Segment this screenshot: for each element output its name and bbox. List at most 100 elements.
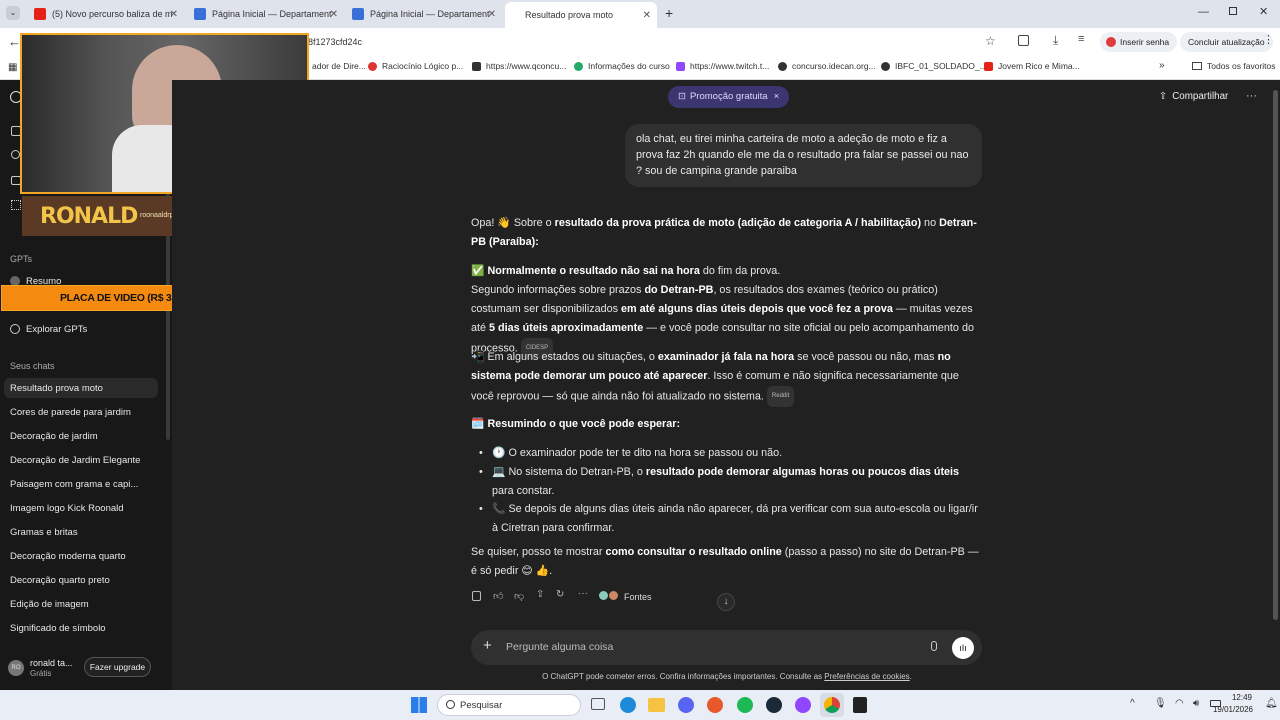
message-input[interactable]: Pergunte alguma coisa [506, 641, 613, 653]
chat-item[interactable]: Decoração moderna quarto [10, 551, 126, 562]
regenerate-icon[interactable]: ↻ [556, 589, 564, 600]
new-tab-button[interactable]: + [665, 5, 673, 21]
bookmark-item[interactable]: Raciocínio Lógico p... [368, 61, 463, 71]
bookmark-item[interactable]: Informações do curso [574, 61, 670, 71]
bookmark-item[interactable]: Jovem Rico e Mima... [984, 61, 1080, 71]
bookmark-icon [368, 61, 377, 71]
clock-time[interactable]: 12:49 [1230, 693, 1252, 702]
bookmark-item[interactable]: IBFC_01_SOLDADO_... [881, 61, 987, 71]
chat-item[interactable]: Decoração de Jardim Elegante [10, 455, 140, 466]
source-tag[interactable]: Reddit [766, 386, 795, 407]
twitch-app-icon[interactable] [795, 697, 811, 713]
clock-date[interactable]: 19/01/2026 [1205, 705, 1253, 714]
chat-item[interactable]: Paisagem com grama e capi... [10, 479, 138, 490]
chat-item[interactable]: Gramas e britas [10, 527, 78, 538]
tab-chatgpt[interactable]: Resultado prova moto ✕ [505, 2, 657, 28]
chat-item[interactable]: Resultado prova moto [10, 383, 103, 394]
page-scrollbar[interactable] [1273, 90, 1278, 620]
steam-icon[interactable] [766, 697, 782, 713]
close-tab-icon[interactable]: ✕ [488, 9, 496, 20]
assistant-paragraph: Se quiser, posso te mostrar como consult… [471, 546, 979, 577]
app-icon[interactable] [707, 697, 723, 713]
discord-icon[interactable] [678, 697, 694, 713]
wifi-icon[interactable]: ◠ [1175, 698, 1184, 709]
plus-icon[interactable]: + [483, 637, 492, 654]
download-icon[interactable]: ⤓ [1053, 33, 1058, 48]
star-icon[interactable]: ☆ [985, 34, 996, 48]
bookmark-item[interactable]: concurso.idecan.org... [778, 61, 876, 71]
thumbs-down-icon[interactable]: 👎︎ [514, 590, 524, 602]
close-window-icon[interactable]: ✕ [1259, 5, 1268, 18]
tray-chevron-icon[interactable]: ^ [1130, 698, 1135, 709]
notification-icon[interactable]: 🔔︎ [1265, 698, 1278, 709]
tab-youtube[interactable]: (5) Novo percurso baliza de mo ✕ [26, 3, 184, 25]
microphone-icon[interactable] [931, 641, 937, 651]
task-view-icon[interactable] [591, 698, 605, 710]
windows-start-icon[interactable] [411, 697, 427, 713]
chat-item[interactable]: Edição de imagem [10, 599, 89, 610]
search-icon[interactable] [11, 150, 20, 159]
chat-main: ⊡ Promoção gratuita × ⇪ Compartilhar ··· ol… [172, 80, 1280, 690]
finish-update-button[interactable]: Concluir atualização [1180, 32, 1273, 52]
disclaimer: O ChatGPT pode cometer erros. Confira in… [542, 672, 912, 681]
grid-icon[interactable] [11, 200, 21, 210]
share-button[interactable]: ⇪ Compartilhar [1159, 91, 1228, 102]
more-options-icon[interactable]: ··· [1246, 90, 1257, 102]
bookmark-item[interactable]: https://www.qconcu... [472, 61, 566, 71]
voice-mode-button[interactable]: ıIı [952, 637, 974, 659]
insert-password-button[interactable]: Inserir senha [1100, 32, 1178, 52]
minimize-icon[interactable]: — [1198, 6, 1209, 18]
upgrade-button[interactable]: Fazer upgrade [84, 657, 151, 677]
sidebar-item-explore-gpts[interactable]: Explorar GPTs [10, 324, 87, 335]
promo-close-icon[interactable]: × [774, 91, 780, 102]
extensions-icon[interactable] [1018, 35, 1029, 46]
youtube-icon [984, 61, 993, 71]
user-name: ronald ta... [30, 658, 73, 668]
address-bar[interactable]: 8f1273cfd24c [300, 32, 980, 52]
media-icon[interactable]: ≡ [1078, 33, 1084, 45]
tab-search-button[interactable]: ⌄ [6, 6, 20, 20]
bookmark-item[interactable]: ador de Dire... [312, 61, 366, 71]
list-item: • 💻 No sistema do Detran-PB, o resultado … [479, 466, 960, 497]
edge-icon[interactable] [620, 697, 636, 713]
thumbs-up-icon[interactable]: 👍︎ [493, 590, 503, 602]
sources-icon [599, 591, 608, 600]
bookmark-item[interactable]: https://www.twitch.t... [676, 61, 769, 71]
folder-icon [1192, 62, 1202, 70]
restore-icon[interactable] [1229, 7, 1237, 15]
scroll-down-button[interactable]: ↓ [717, 593, 735, 611]
app-icon[interactable] [853, 697, 867, 713]
chat-item[interactable]: Imagem logo Kick Roonald [10, 503, 124, 514]
more-bookmarks-icon[interactable]: » [1159, 60, 1165, 71]
file-explorer-icon[interactable] [648, 698, 665, 712]
more-icon[interactable]: ··· [578, 588, 588, 599]
all-favorites[interactable]: Todos os favoritos [1192, 61, 1276, 71]
avatar: RO [8, 660, 24, 676]
microphone-tray-icon[interactable]: 🎙︎ [1154, 698, 1167, 709]
tab-detran-1[interactable]: Página Inicial — Departamento ✕ [186, 3, 344, 25]
promo-badge[interactable]: ⊡ Promoção gratuita × [668, 86, 790, 108]
share-icon: ⇪ [1159, 91, 1168, 102]
gpts-heading: GPTs [10, 254, 33, 264]
taskbar-search[interactable]: Pesquisar [437, 694, 581, 716]
volume-icon[interactable]: 🔊︎ [1193, 698, 1199, 709]
twitch-icon [676, 61, 685, 71]
chat-item[interactable]: Decoração quarto preto [10, 575, 110, 586]
share-message-icon[interactable]: ⇪ [536, 589, 544, 600]
close-tab-icon[interactable]: ✕ [330, 9, 338, 20]
tab-detran-2[interactable]: Página Inicial — Departamento ✕ [344, 3, 502, 25]
apps-icon[interactable]: ▦ [8, 62, 17, 73]
cookie-preferences-link[interactable]: Preferências de cookies [824, 672, 909, 681]
chat-item[interactable]: Significado de símbolo [10, 623, 106, 634]
chat-item[interactable]: Decoração de jardim [10, 431, 98, 442]
sources-button[interactable]: Fontes [599, 591, 652, 602]
youtube-icon [34, 8, 46, 20]
browser-menu-icon[interactable]: ⋮ [1263, 33, 1274, 46]
chrome-icon[interactable] [820, 693, 844, 717]
close-tab-icon[interactable]: ✕ [170, 9, 178, 20]
close-tab-icon[interactable]: ✕ [643, 10, 651, 21]
spotify-icon[interactable] [737, 697, 753, 713]
chat-item[interactable]: Cores de parede para jardim [10, 407, 131, 418]
sources-icon [609, 591, 618, 600]
copy-icon[interactable] [472, 591, 481, 601]
